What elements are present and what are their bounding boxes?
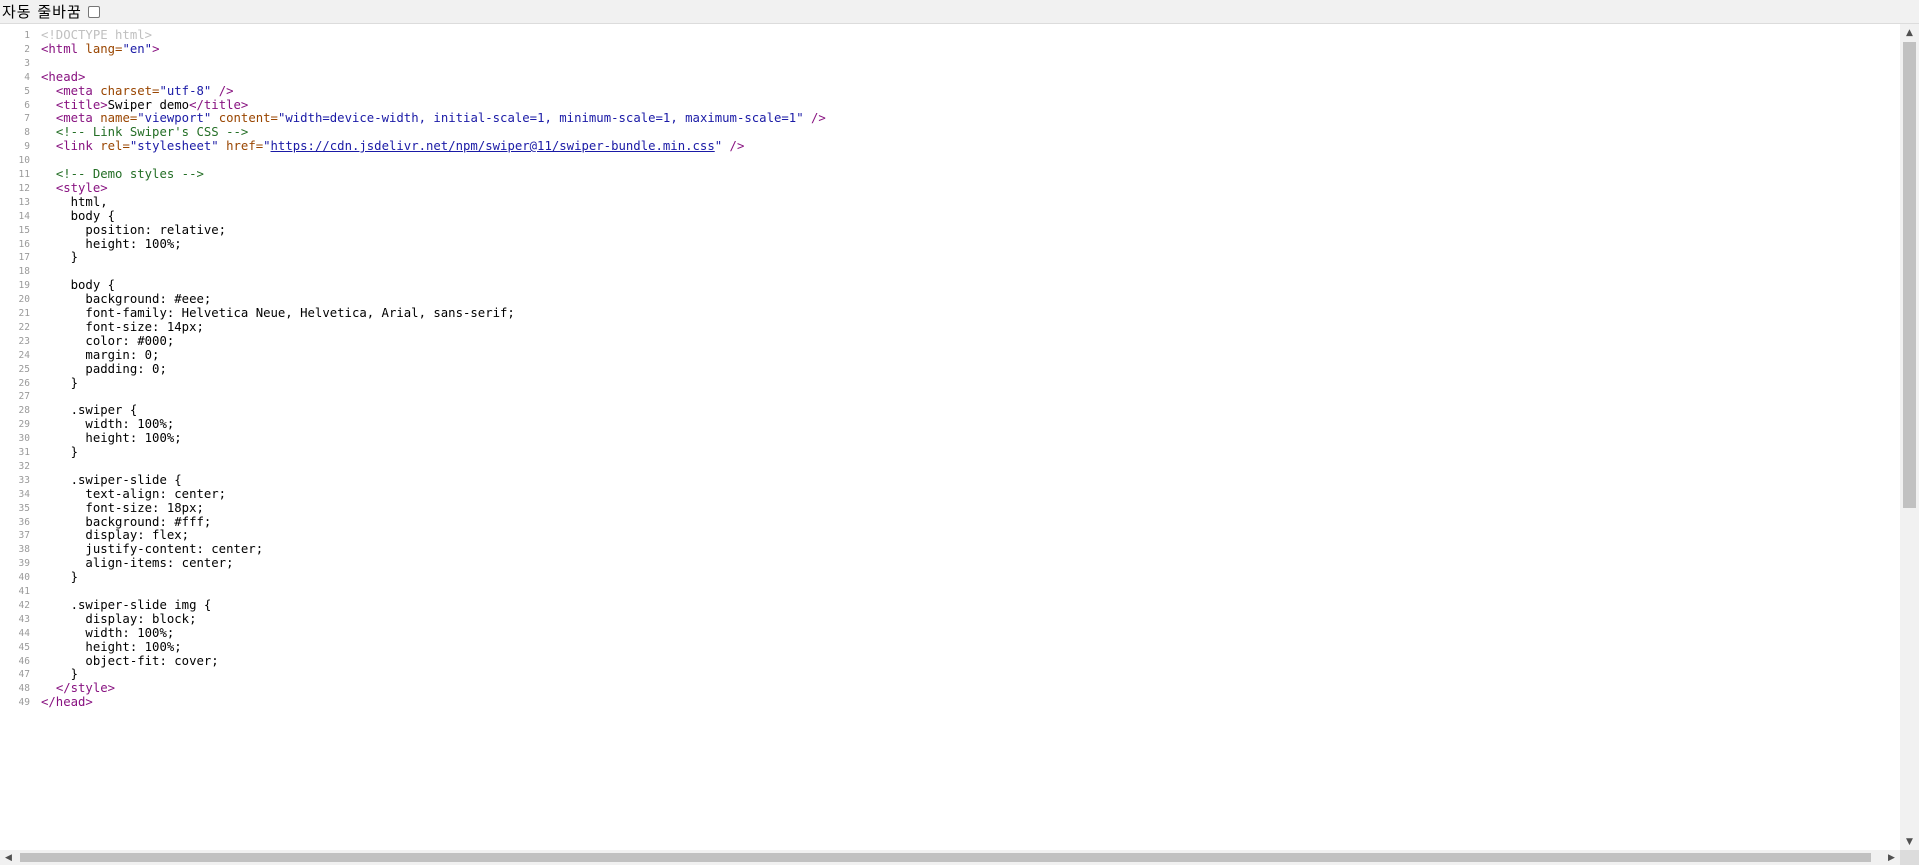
vertical-scrollbar[interactable]: ▲ ▼ [1900, 24, 1919, 850]
code-token: name= [100, 111, 138, 126]
code-token: href= [218, 139, 264, 154]
code-token: html, [41, 194, 108, 209]
code-token: <meta [55, 111, 101, 126]
code-token: } [41, 667, 79, 682]
source-code-view[interactable]: 1 <!DOCTYPE html> 2 <html lang="en"> 3 4 <head… [0, 24, 1900, 850]
code-token: body { [41, 208, 116, 223]
code-token: text-align: center; [41, 486, 227, 501]
code-token: height: 100%; [41, 639, 182, 654]
code-token: height: 100%; [41, 236, 182, 251]
scroll-left-icon[interactable]: ◀ [0, 850, 17, 865]
code-token: /> [722, 139, 745, 154]
code-token: font-size: 18px; [41, 500, 204, 515]
line-content: } [41, 444, 78, 461]
code-token: "width=device-width, initial-scale=1, mi… [277, 111, 804, 126]
code-token: </head> [41, 695, 93, 710]
code-token: </style> [55, 681, 116, 696]
horizontal-scrollbar[interactable]: ◀ ▶ [0, 850, 1900, 865]
code-token: position: relative; [41, 222, 227, 237]
code-token: display: flex; [41, 528, 190, 543]
toolbar: 자동 줄바꿈 [0, 0, 1919, 24]
code-token: "viewport" [137, 111, 212, 126]
code-token: display: block; [41, 611, 197, 626]
scroll-up-icon[interactable]: ▲ [1900, 24, 1919, 41]
line-content: } [41, 375, 78, 392]
code-token: " [263, 139, 271, 154]
code-token: justify-content: center; [41, 542, 264, 557]
code-token: rel= [100, 139, 130, 154]
code-token: "en" [122, 41, 153, 56]
code-token: <!-- Demo styles --> [55, 167, 204, 181]
code-token: .swiper-slide img { [41, 597, 212, 612]
auto-wrap-checkbox[interactable] [87, 5, 100, 18]
code-token: <style> [55, 180, 108, 195]
line-content: </head> [41, 694, 93, 711]
code-token: <!-- Link Swiper's CSS --> [55, 125, 249, 140]
code-token: } [41, 250, 79, 265]
code-token: color: #000; [41, 333, 175, 348]
scroll-right-icon[interactable]: ▶ [1883, 850, 1900, 865]
line-content: } [41, 249, 78, 266]
line-content: <link rel="stylesheet" href="https://cdn… [41, 138, 745, 155]
code-token: "utf-8" [159, 83, 212, 98]
stylesheet-link[interactable]: https://cdn.jsdelivr.net/npm/swiper@11/s… [271, 139, 715, 153]
code-token: background: #eee; [41, 292, 212, 307]
vertical-scroll-thumb[interactable] [1903, 42, 1916, 508]
code-token: charset= [100, 83, 160, 98]
code-token: font-size: 14px; [41, 319, 204, 334]
auto-wrap-label: 자동 줄바꿈 [2, 2, 82, 21]
code-token: </title> [189, 97, 249, 112]
line-number: 49 [18, 697, 30, 709]
line-content: } [41, 569, 78, 586]
code-token: lang= [85, 41, 123, 56]
code-token: <meta [55, 83, 101, 98]
code-token: } [41, 375, 79, 390]
code-token: } [41, 570, 79, 585]
source-viewer-window: 자동 줄바꿈 1 <!DOCTYPE html> 2 <html lang="en">… [0, 0, 1919, 865]
code-token: <title> [55, 97, 108, 112]
line-content: <html lang="en"> [41, 41, 159, 58]
code-token: width: 100%; [41, 417, 175, 432]
code-token: } [41, 445, 79, 459]
scroll-down-icon[interactable]: ▼ [1900, 833, 1919, 850]
code-token: padding: 0; [41, 361, 167, 376]
code-token: .swiper { [41, 403, 138, 418]
code-token: > [152, 41, 160, 56]
code-token: object-fit: cover; [41, 653, 219, 668]
code-token: width: 100%; [41, 625, 175, 640]
scrollbar-corner [1900, 850, 1919, 865]
code-token: height: 100%; [41, 431, 182, 446]
code-token: /> [211, 83, 234, 98]
code-token: font-family: Helvetica Neue, Helvetica, … [41, 306, 515, 320]
horizontal-scroll-thumb[interactable] [20, 853, 1871, 862]
code-token: Swiper demo [107, 97, 190, 112]
code-token: <link [55, 139, 101, 154]
code-token: align-items: center; [41, 556, 234, 571]
code-token: .swiper-slide { [41, 472, 182, 487]
code-token: background: #fff; [41, 514, 212, 529]
code-token: <!DOCTYPE html> [41, 28, 153, 42]
code-token: <html [41, 41, 86, 56]
code-token: margin: 0; [41, 347, 160, 362]
code-token: /> [803, 111, 826, 126]
code-token: body { [41, 278, 116, 293]
code-token: "stylesheet" [129, 139, 219, 154]
code-token: <head> [41, 69, 86, 84]
code-token: content= [211, 111, 278, 126]
